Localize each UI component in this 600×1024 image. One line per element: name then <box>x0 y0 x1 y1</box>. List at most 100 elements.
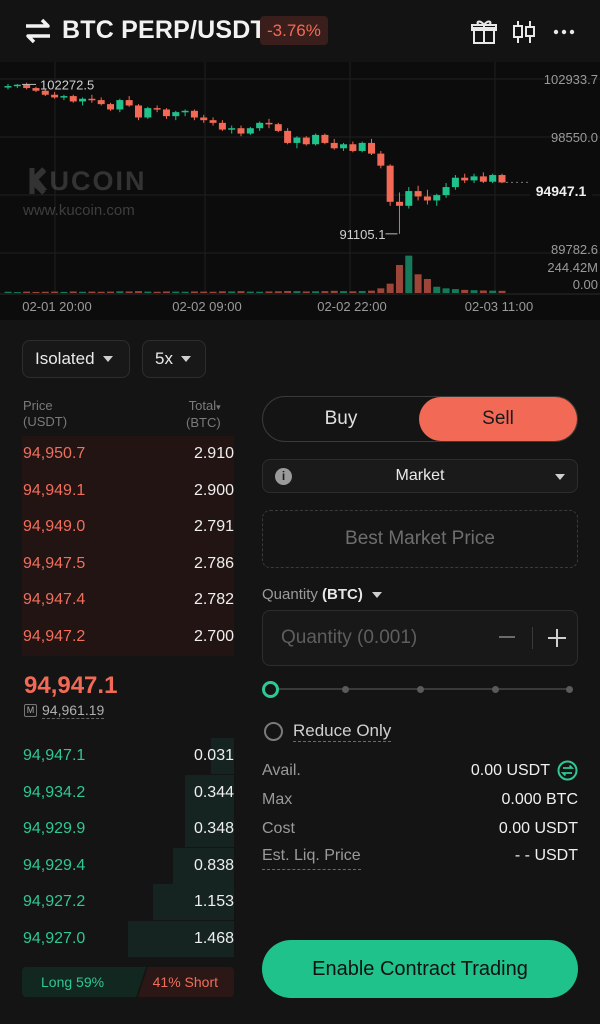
volume-bar <box>51 291 59 293</box>
plus-icon[interactable] <box>547 627 567 647</box>
candle-body <box>405 191 413 206</box>
order-type-label: Market <box>395 467 445 484</box>
total-header-label: Total <box>188 398 217 413</box>
volume-bar <box>125 291 133 293</box>
slider-step-75[interactable] <box>492 686 499 693</box>
x-axis-tick-label: 02-02 22:00 <box>317 299 386 314</box>
y-axis-tick-label: 102933.7 <box>544 72 598 87</box>
more-icon[interactable] <box>550 18 578 46</box>
slider-step-100[interactable] <box>566 686 573 693</box>
slider-step-25[interactable] <box>342 686 349 693</box>
quantity-unit: (BTC) <box>322 586 363 603</box>
ask-price: 94,950.7 <box>23 445 86 462</box>
volume-bar <box>405 255 413 293</box>
minus-icon[interactable] <box>499 636 515 638</box>
ask-row[interactable]: 94,949.1 2.900 <box>22 473 234 509</box>
quantity-slider-track[interactable] <box>278 688 570 690</box>
buy-tab[interactable]: Buy <box>263 397 419 441</box>
candle-body <box>153 108 161 110</box>
ask-qty: 2.782 <box>193 591 234 609</box>
candle-body <box>358 142 366 151</box>
ask-row[interactable]: 94,947.5 2.786 <box>22 546 234 582</box>
bid-row[interactable]: 94,927.2 1.153 <box>22 884 234 921</box>
long-ratio: Long 59% <box>22 967 146 997</box>
orderbook-price-header: Price (USDT) <box>23 398 67 430</box>
volume-bar <box>4 291 12 293</box>
bid-qty: 1.468 <box>193 930 234 947</box>
kucoin-logo-icon <box>29 167 46 195</box>
gift-icon[interactable] <box>470 18 498 46</box>
volume-bar <box>13 292 21 293</box>
bid-price: 94,934.2 <box>23 783 86 801</box>
reduce-only-radio[interactable] <box>264 722 283 741</box>
volume-bar <box>470 290 478 293</box>
chevron-down-icon[interactable] <box>372 592 382 598</box>
chevron-down-icon <box>555 474 565 480</box>
candle-body <box>181 110 189 113</box>
volume-bar <box>451 289 459 293</box>
candle-body <box>79 98 87 102</box>
volume-bar <box>209 291 217 293</box>
swap-arrows-icon[interactable] <box>24 18 52 44</box>
bid-row[interactable]: 94,929.9 0.348 <box>22 811 234 848</box>
slider-step-50[interactable] <box>417 686 424 693</box>
quantity-slider-thumb[interactable] <box>262 681 279 698</box>
candle-body <box>340 144 348 149</box>
price-header-unit: (USDT) <box>23 414 68 429</box>
candle-body <box>4 86 12 88</box>
volume-bar <box>41 291 49 293</box>
ask-qty: 2.786 <box>193 554 234 572</box>
bid-price: 94,927.2 <box>23 893 86 911</box>
candle-body <box>237 128 245 134</box>
bid-row[interactable]: 94,934.2 0.344 <box>22 774 234 811</box>
liq-price-label[interactable]: Est. Liq. Price <box>262 843 361 870</box>
quantity-label[interactable]: Quantity (BTC) <box>262 586 363 603</box>
ask-row[interactable]: 94,947.2 2.700 <box>22 619 234 655</box>
y-axis-tick-label: 98550.0 <box>551 130 598 145</box>
bid-row[interactable]: 94,947.1 0.031 <box>22 738 234 774</box>
bid-row[interactable]: 94,927.0 1.468 <box>22 921 234 957</box>
candle-body <box>23 84 31 89</box>
candle-body <box>284 130 292 143</box>
orderbook-total-header[interactable]: Total▾ (BTC) <box>186 398 221 431</box>
ask-qty: 2.900 <box>193 481 234 499</box>
ask-row[interactable]: 94,949.0 2.791 <box>22 509 234 545</box>
volume-bar <box>377 288 385 293</box>
max-label: Max <box>262 791 293 808</box>
enable-contract-trading-button[interactable]: Enable Contract Trading <box>262 940 578 998</box>
liq-price-value: - - USDT <box>514 847 578 864</box>
leverage-label: 5x <box>155 349 173 368</box>
sell-tab[interactable]: Sell <box>419 397 577 441</box>
price-chart[interactable]: 102272.5 91105.1 102933.7 98550.0 89782.6 244… <box>0 62 600 320</box>
volume-bar <box>88 291 96 293</box>
kucoin-watermark: KUCOIN <box>22 166 147 197</box>
reduce-only-label[interactable]: Reduce Only <box>293 721 392 742</box>
candle-body <box>144 108 152 118</box>
x-axis-tick-label: 02-03 11:00 <box>465 299 533 314</box>
volume-bar <box>340 291 348 293</box>
volume-tick-label: 244.42M <box>547 260 598 275</box>
bid-row[interactable]: 94,929.4 0.838 <box>22 847 234 884</box>
caret-down-icon: ▾ <box>216 402 221 412</box>
volume-bar <box>97 291 105 293</box>
candle-body <box>395 201 403 206</box>
leverage-select[interactable]: 5x <box>142 340 206 378</box>
order-type-select[interactable]: i Market <box>262 459 578 493</box>
volume-bar <box>479 290 487 293</box>
trading-pair-title[interactable]: BTC PERP/USDT <box>62 16 266 45</box>
candle-body <box>442 187 450 196</box>
volume-bar <box>116 291 124 293</box>
candlestick-icon[interactable] <box>510 18 538 46</box>
volume-bar <box>330 290 338 293</box>
transfer-icon[interactable] <box>557 760 578 781</box>
chevron-down-icon <box>180 356 191 362</box>
quantity-input[interactable]: Quantity (0.001) <box>262 610 578 666</box>
cost-label: Cost <box>262 820 295 837</box>
margin-mode-select[interactable]: Isolated <box>22 340 130 378</box>
bid-qty: 1.153 <box>193 893 234 911</box>
volume-bar <box>218 291 226 293</box>
ask-row[interactable]: 94,947.4 2.782 <box>22 582 234 618</box>
ask-row[interactable]: 94,950.7 2.910 <box>22 436 234 472</box>
volume-bar <box>153 291 161 293</box>
volume-bar <box>134 291 142 293</box>
